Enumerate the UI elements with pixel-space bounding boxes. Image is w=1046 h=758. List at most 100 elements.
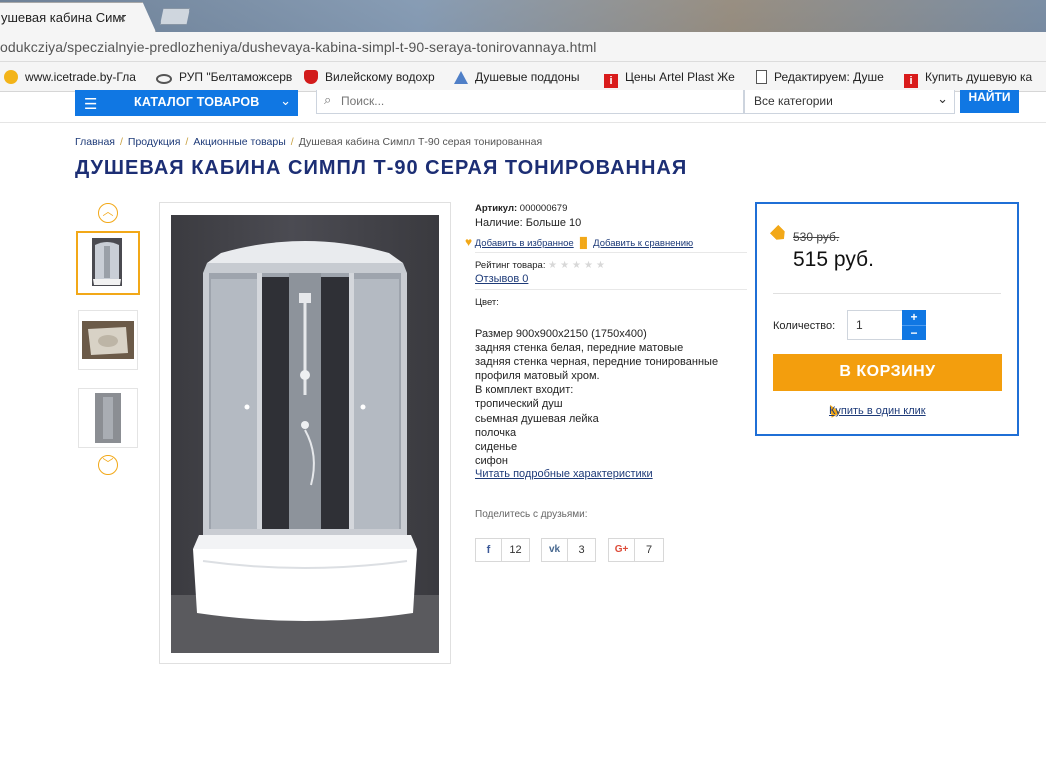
new-tab-button[interactable] — [160, 8, 190, 25]
divider — [475, 252, 747, 253]
browser-tabstrip: ушевая кабина Симпл × — [0, 0, 1046, 32]
share-facebook-button[interactable]: f 12 — [475, 538, 530, 562]
product-description: Размер 900x900x2150 (1750x400) задняя ст… — [475, 328, 719, 467]
bookmark-buy-shower[interactable]: i Купить душевую ка — [904, 69, 1032, 88]
quantity-decrease-button[interactable]: − — [902, 325, 926, 340]
thumbnail-panel-image — [95, 393, 121, 443]
breadcrumb-current: Душевая кабина Симпл Т-90 серая тонирова… — [298, 136, 543, 148]
current-price: 515 руб. — [793, 248, 874, 271]
breadcrumb-separator: / — [185, 136, 189, 148]
sku-value: 000000679 — [519, 203, 568, 214]
rating-row: Рейтинг товара: ★★★★★ — [475, 260, 608, 271]
chevron-up-icon: ︿ — [102, 206, 114, 218]
color-label: Цвет: — [475, 297, 499, 308]
breadcrumb-separator: / — [119, 136, 123, 148]
chevron-down-icon: ⌄ — [937, 91, 948, 106]
facebook-icon: f — [476, 539, 502, 561]
add-to-cart-button[interactable]: В КОРЗИНУ — [773, 354, 1002, 391]
bookmark-beltamozhserv[interactable]: РУП "Белтаможсерв — [156, 69, 292, 86]
price-tag-icon — [770, 225, 788, 243]
browser-tab-active[interactable]: ушевая кабина Симпл × — [0, 2, 156, 32]
yellow-circle-icon — [4, 70, 18, 84]
site-header: ☰ КАТАЛОГ ТОВАРОВ ⌄ ⌕ Все категории ⌄ НА… — [0, 90, 1046, 123]
thumbnail-tray-image — [82, 321, 134, 359]
address-bar[interactable]: odukcziya/speczialnyie-predlozheniya/dus… — [0, 32, 1046, 62]
breadcrumb-products[interactable]: Продукция — [128, 136, 181, 148]
divider — [773, 293, 1001, 294]
old-price: 530 руб. — [793, 230, 840, 244]
bookmark-artel-plast[interactable]: i Цены Artel Plast Же — [604, 69, 735, 88]
share-google-plus-button[interactable]: G+ 7 — [608, 538, 664, 562]
magnet-icon — [304, 70, 318, 84]
stock-row: Наличие: Больше 10 — [475, 217, 581, 229]
heart-icon: ♥ — [465, 235, 473, 249]
thumbnail-shower-image — [92, 238, 122, 286]
share-count: 3 — [578, 544, 585, 556]
bookmark-editing[interactable]: Редактируем: Душе — [756, 69, 884, 86]
bookmark-shower-trays[interactable]: Душевые поддоны — [454, 69, 580, 86]
catalog-button[interactable]: ☰ КАТАЛОГ ТОВАРОВ ⌄ — [75, 90, 298, 116]
thumbnail-2[interactable] — [78, 310, 138, 370]
breadcrumb-separator: / — [290, 136, 294, 148]
shower-cabin-illustration — [171, 241, 439, 653]
product-photo — [171, 215, 439, 653]
page-title: ДУШЕВАЯ КАБИНА СИМПЛ Т-90 СЕРАЯ ТОНИРОВА… — [75, 157, 688, 179]
category-select-value: Все категории — [754, 94, 833, 108]
tab-title: ушевая кабина Симпл — [1, 10, 126, 25]
reviews-row: Отзывов 0 — [475, 273, 528, 285]
thumb-down-button[interactable]: ﹀ — [98, 455, 118, 475]
search-input[interactable] — [341, 90, 737, 112]
reviews-link[interactable]: Отзывов 0 — [475, 273, 528, 285]
category-select[interactable]: Все категории ⌄ — [744, 90, 955, 114]
red-i-icon: i — [604, 74, 618, 88]
divider — [475, 289, 747, 290]
rating-stars[interactable]: ★★★★★ — [548, 260, 608, 271]
rating-label: Рейтинг товара: — [475, 260, 546, 271]
tab-close-icon[interactable]: × — [118, 10, 126, 26]
vk-icon: vk — [542, 539, 568, 561]
stock-value: Больше 10 — [525, 217, 582, 229]
share-label: Поделитесь с друзьями: — [475, 509, 588, 520]
buy-box: 530 руб. 515 руб. Количество: 1 + − В КО… — [755, 202, 1019, 436]
sku-label: Артикул: — [475, 203, 518, 214]
tabstrip-background — [0, 0, 1046, 32]
eye-icon — [156, 74, 172, 84]
google-plus-icon: G+ — [609, 539, 635, 561]
bookmarks-bar: www.icetrade.by-Гла РУП "Белтаможсерв Ви… — [0, 62, 1046, 92]
quantity-label: Количество: — [773, 320, 836, 332]
menu-icon: ☰ — [84, 96, 98, 113]
main-product-image-frame[interactable] — [159, 202, 451, 664]
search-box: ⌕ — [316, 90, 744, 114]
catalog-label: КАТАЛОГ ТОВАРОВ — [134, 95, 260, 109]
sku-row: Артикул: 000000679 — [475, 203, 567, 214]
bookmark-icetrade[interactable]: www.icetrade.by-Гла — [4, 69, 136, 86]
thumbnail-1[interactable] — [76, 231, 140, 295]
red-i-icon: i — [904, 74, 918, 88]
share-vk-button[interactable]: vk 3 — [541, 538, 596, 562]
add-to-favorites-link[interactable]: Добавить в избранное — [475, 238, 574, 249]
breadcrumb-home[interactable]: Главная — [75, 136, 115, 148]
share-count: 7 — [645, 544, 653, 556]
bookmark-vileyskoe[interactable]: Вилейскому водохр — [304, 69, 435, 86]
buy-one-click-link[interactable]: Купить в один клик — [829, 405, 926, 417]
search-icon: ⌕ — [324, 92, 332, 107]
chevron-down-icon: ﹀ — [102, 458, 114, 470]
quantity-input[interactable]: 1 — [847, 310, 904, 340]
address-url[interactable]: odukcziya/speczialnyie-predlozheniya/dus… — [0, 39, 597, 55]
breadcrumb-promotions[interactable]: Акционные товары — [193, 136, 285, 148]
add-to-compare-link[interactable]: Добавить к сравнению — [593, 238, 693, 249]
read-more-link[interactable]: Читать подробные характеристики — [475, 468, 653, 480]
compare-icon: ▐▌ — [576, 238, 591, 249]
thumb-up-button[interactable]: ︿ — [98, 203, 118, 223]
quantity-increase-button[interactable]: + — [902, 310, 926, 325]
breadcrumb: Главная / Продукция / Акционные товары / Душев… — [75, 136, 542, 148]
stock-label: Наличие: — [475, 217, 523, 229]
triangle-icon — [454, 71, 468, 84]
document-icon — [756, 70, 767, 84]
read-more-row: Читать подробные характеристики — [475, 468, 653, 480]
chevron-down-icon: ⌄ — [280, 93, 291, 108]
actions-row: ♥ Добавить в избранное ▐▌ Добавить к сра… — [465, 235, 693, 249]
thumbnail-3[interactable] — [78, 388, 138, 448]
share-count: 12 — [509, 544, 522, 556]
find-button[interactable]: НАЙТИ — [960, 90, 1019, 113]
